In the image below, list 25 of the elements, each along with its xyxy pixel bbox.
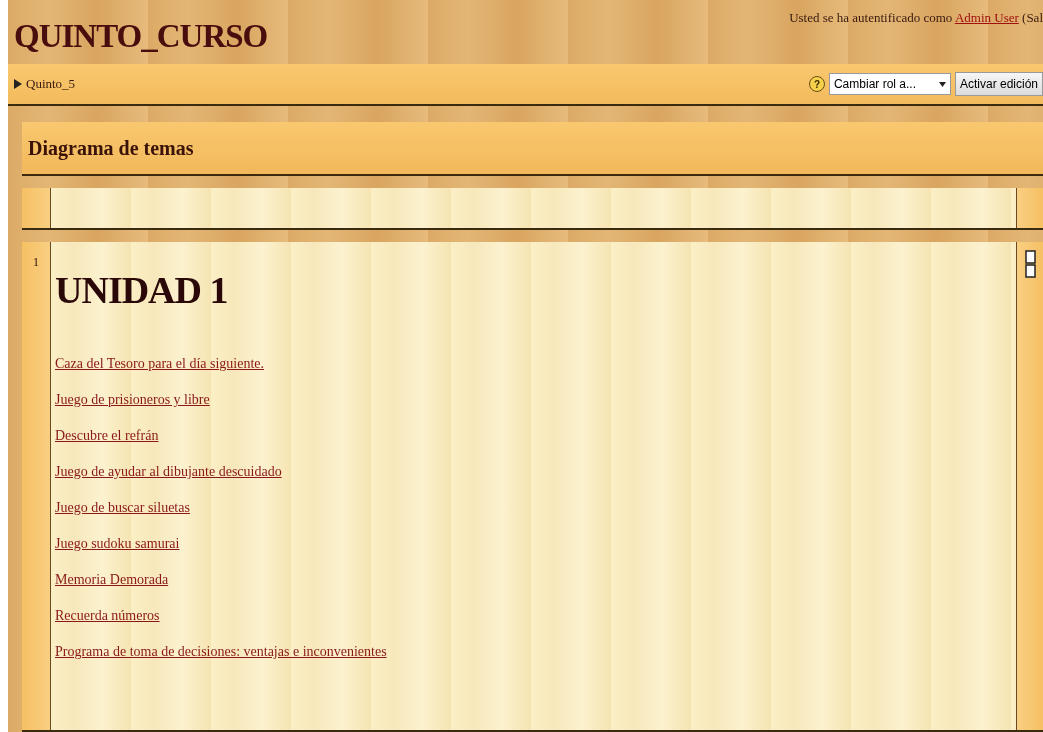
help-icon[interactable]: ? bbox=[808, 76, 825, 92]
edit-button[interactable]: Activar edición bbox=[954, 72, 1043, 96]
triangle-icon bbox=[14, 79, 22, 89]
activity-link[interactable]: Recuerda números bbox=[55, 608, 160, 624]
section-sidebar bbox=[22, 188, 51, 228]
activity-link[interactable]: Juego de prisioneros y libre bbox=[55, 392, 210, 408]
activity-link[interactable]: Memoria Demorada bbox=[55, 572, 169, 588]
activity-link[interactable]: Juego de buscar siluetas bbox=[55, 500, 190, 516]
activity-link[interactable]: Juego sudoku samurai bbox=[55, 536, 180, 552]
block-title: Diagrama de temas bbox=[28, 136, 194, 160]
activity-link[interactable]: Descubre el refrán bbox=[55, 428, 159, 444]
login-info: Usted se ha autentificado como Admin User (Sal bbox=[789, 10, 1043, 26]
breadcrumb-link[interactable]: Quinto_5 bbox=[26, 76, 76, 92]
section-number: 1 bbox=[32, 254, 40, 269]
user-link[interactable]: Admin User bbox=[954, 10, 1019, 25]
site-title: QUINTO_CURSO bbox=[14, 18, 268, 55]
activity-link[interactable]: Caza del Tesoro para el día siguiente. bbox=[55, 356, 265, 372]
section-sidebar bbox=[1016, 188, 1043, 228]
section-heading: UNIDAD 1 bbox=[55, 268, 229, 312]
role-select[interactable]: Cambiar rol a... bbox=[828, 73, 951, 95]
square-icon[interactable] bbox=[1024, 264, 1036, 278]
square-icon[interactable] bbox=[1024, 250, 1036, 264]
activity-link[interactable]: Juego de ayudar al dibujante descuidado bbox=[55, 464, 282, 480]
caret-icon bbox=[938, 81, 946, 87]
activity-link[interactable]: Programa de toma de decisiones: ventajas e inconvenientes bbox=[55, 644, 387, 660]
